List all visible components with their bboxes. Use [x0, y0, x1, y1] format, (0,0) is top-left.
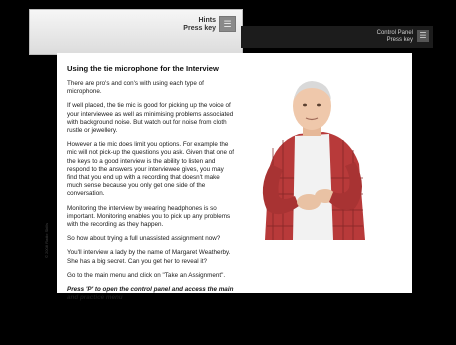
presenter-video-icon [262, 81, 365, 240]
side-copyright-label: © 2008 Radio Skills [44, 223, 49, 258]
lesson-paragraph: There are pro's and con's with using eac… [67, 80, 204, 96]
control-panel-instruction: Press key [386, 37, 413, 43]
lesson-call-to-action: Press 'P' to open the control panel and … [67, 286, 234, 302]
lesson-paragraph: Go to the main menu and click on "Take a… [67, 271, 226, 279]
lesson-paragraph: You'll interview a lady by the name of M… [67, 249, 231, 265]
presenter-tshirt [293, 134, 333, 240]
hints-tab[interactable]: Hints Press key ☰ [29, 9, 243, 55]
control-panel-text: Control Panel Press key [377, 30, 413, 44]
lesson-paragraph: Monitoring the interview by wearing head… [67, 204, 231, 229]
control-panel-title: Control Panel [376, 30, 413, 36]
hints-title: Hints [198, 17, 217, 24]
lesson-paragraph: However a tie mic does limit you options… [67, 141, 234, 198]
control-panel-key-icon[interactable]: ☰ [417, 30, 429, 42]
lesson-heading: Using the tie microphone for the Intervi… [67, 64, 219, 73]
hints-key-icon[interactable]: ☰ [219, 16, 236, 32]
lesson-paragraph: So how about trying a full unassisted as… [67, 235, 221, 243]
lesson-content: Using the tie microphone for the Intervi… [67, 64, 235, 308]
control-panel-tab[interactable]: Control Panel Press key ☰ [241, 26, 433, 48]
screen: Hints Press key ☰ Control Panel Press ke… [0, 0, 456, 345]
hints-text: Hints Press key [183, 17, 216, 33]
lesson-paragraph: If well placed, the tie mic is good for … [67, 102, 234, 135]
hints-instruction: Press key [183, 25, 216, 32]
